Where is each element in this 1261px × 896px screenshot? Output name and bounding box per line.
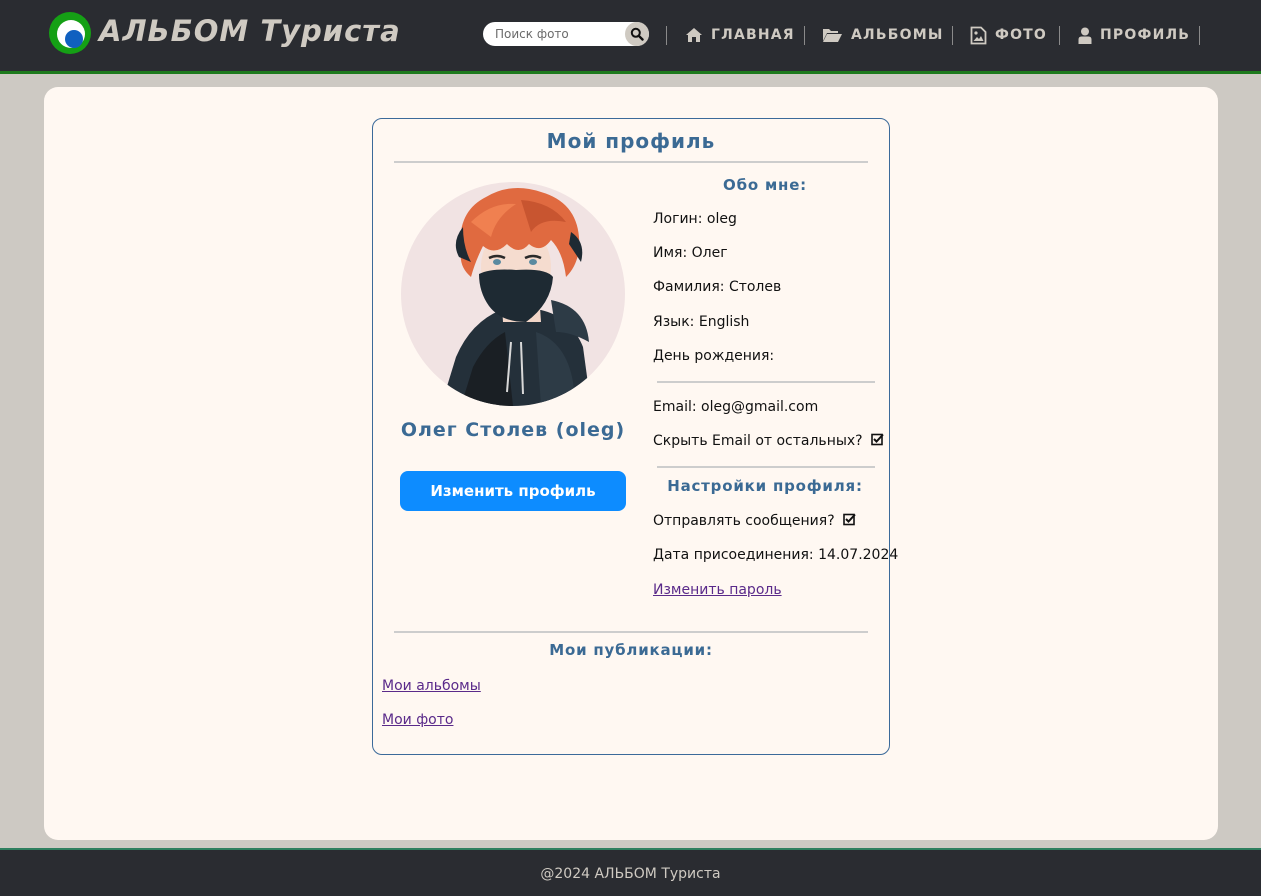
search-box (483, 22, 649, 46)
nav-item-photos[interactable]: ФОТО (970, 25, 1047, 45)
joined-row: Дата присоединения: 14.07.2024 (653, 547, 898, 563)
nav-separator (952, 26, 953, 45)
birthday-label: День рождения: (653, 348, 775, 364)
change-password-link[interactable]: Изменить пароль (653, 582, 782, 598)
edit-profile-button[interactable]: Изменить профиль (400, 471, 626, 511)
search-icon (630, 27, 644, 41)
login-label: Логин: (653, 211, 703, 227)
main-content: Мой профиль Олег Столев (oleg) Изменить … (44, 87, 1218, 840)
folder-open-icon (823, 29, 842, 42)
nav-label: ПРОФИЛЬ (1100, 27, 1191, 43)
first-name-label: Имя: (653, 245, 688, 261)
image-file-icon (970, 26, 987, 44)
last-name-row: Фамилия: Столев (653, 279, 781, 295)
hide-email-row: Скрыть Email от остальных? (653, 433, 884, 449)
last-name-label: Фамилия: (653, 279, 725, 295)
my-albums-link[interactable]: Мои альбомы (382, 678, 481, 694)
settings-title: Настройки профиля: (667, 477, 863, 495)
birthday-row: День рождения: (653, 348, 774, 364)
nav-separator (1199, 26, 1200, 45)
email-row: Email: oleg@gmail.com (653, 399, 818, 415)
divider (657, 381, 875, 383)
language-value: English (698, 314, 750, 330)
first-name-row: Имя: Олег (653, 245, 728, 261)
nav-separator (1059, 26, 1060, 45)
page-title: Мой профиль (546, 129, 716, 153)
language-row: Язык: English (653, 314, 749, 330)
joined-value: 14.07.2024 (818, 547, 899, 563)
top-header: АЛЬБОМ Туриста ГЛАВНАЯ АЛЬБОМЫ ФОТО (0, 0, 1261, 74)
email-value: oleg@gmail.com (701, 399, 819, 415)
user-icon (1078, 27, 1092, 44)
checked-checkbox-icon (871, 433, 884, 446)
logo-icon[interactable] (49, 12, 91, 54)
divider (394, 631, 868, 633)
nav-separator (804, 26, 805, 45)
profile-card: Мой профиль Олег Столев (oleg) Изменить … (372, 118, 898, 755)
nav-separator (666, 26, 667, 45)
nav-label: ГЛАВНАЯ (711, 27, 795, 43)
my-photos-link[interactable]: Мои фото (382, 712, 453, 728)
nav-item-albums[interactable]: АЛЬБОМЫ (822, 25, 944, 45)
nav-label: АЛЬБОМЫ (851, 27, 944, 43)
checked-checkbox-icon (843, 513, 856, 526)
search-input[interactable] (495, 25, 620, 43)
login-value: oleg (706, 211, 737, 227)
joined-label: Дата присоединения: (653, 547, 814, 563)
send-messages-row: Отправлять сообщения? (653, 513, 856, 529)
nav-label: ФОТО (995, 27, 1048, 43)
send-messages-label: Отправлять сообщения? (653, 513, 835, 529)
nav-item-profile[interactable]: ПРОФИЛЬ (1078, 25, 1190, 45)
nav-item-home[interactable]: ГЛАВНАЯ (685, 25, 795, 45)
divider (394, 161, 868, 163)
footer: @2024 АЛЬБОМ Туриста (0, 848, 1261, 896)
first-name-value: Олег (691, 245, 728, 261)
footer-copyright: @2024 АЛЬБОМ Туриста (540, 866, 721, 882)
login-row: Логин: oleg (653, 211, 737, 227)
language-label: Язык: (653, 314, 695, 330)
user-full-name: Олег Столев (oleg) (400, 419, 626, 441)
hide-email-label: Скрыть Email от остальных? (653, 433, 863, 449)
last-name-value: Столев (728, 279, 782, 295)
email-label: Email: (653, 399, 697, 415)
home-icon (686, 28, 702, 42)
logo-text[interactable]: АЛЬБОМ Туриста (99, 14, 401, 48)
search-button[interactable] (625, 22, 649, 46)
about-title: Обо мне: (723, 176, 807, 194)
divider (657, 466, 875, 468)
avatar (401, 182, 625, 406)
publications-title: Мои публикации: (549, 641, 713, 659)
